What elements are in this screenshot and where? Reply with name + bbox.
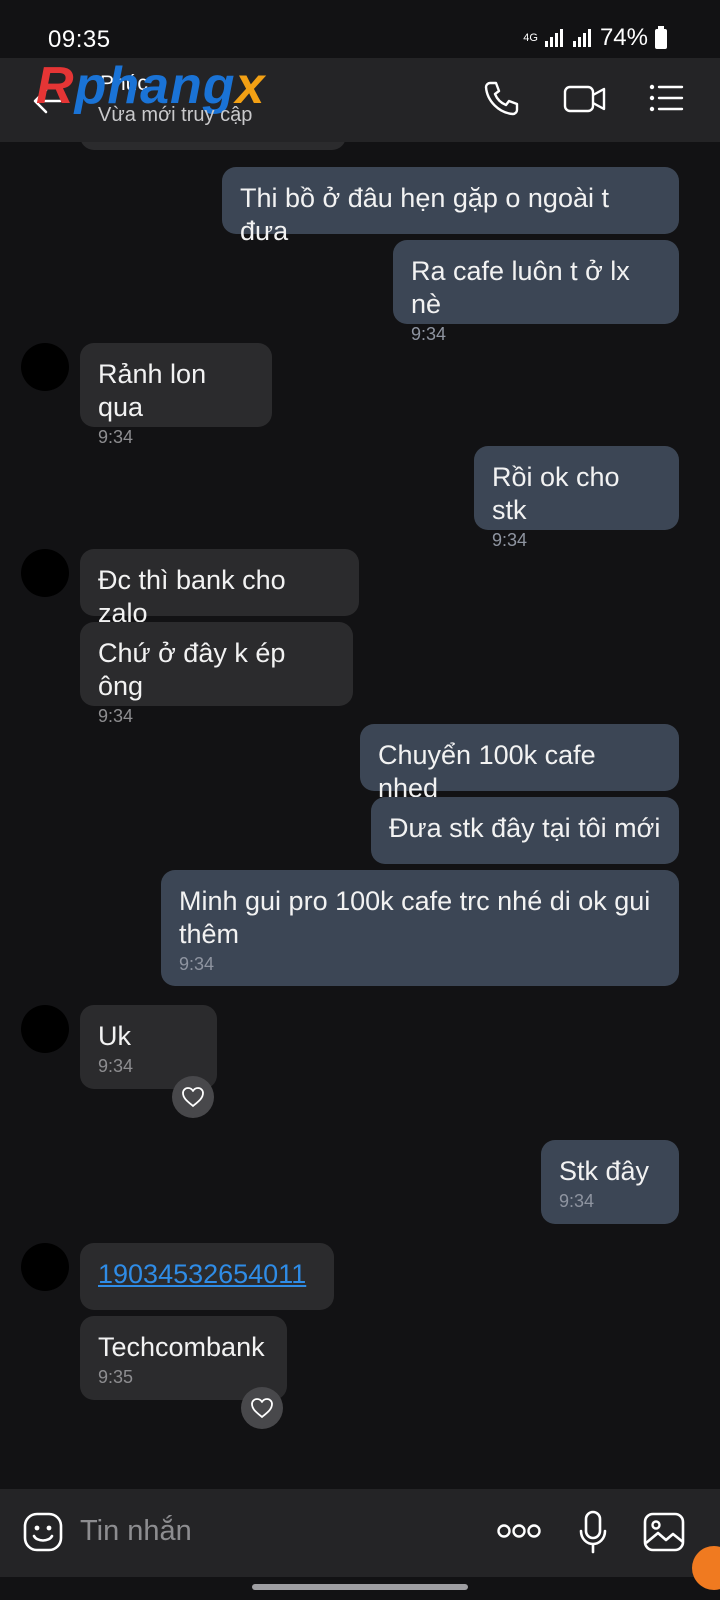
- message-list[interactable]: Thi bồ ở đâu hẹn gặp o ngoài t đưa Ra ca…: [0, 142, 720, 1489]
- battery-icon: [655, 26, 667, 49]
- react-heart-button[interactable]: [241, 1387, 283, 1429]
- message-text: Thi bồ ở đâu hẹn gặp o ngoài t đưa: [240, 183, 609, 246]
- battery-level: 74%: [599, 24, 648, 51]
- message-time: 9:34: [179, 954, 215, 974]
- status-time: 09:35: [48, 26, 111, 53]
- video-call-icon[interactable]: [562, 78, 608, 118]
- heart-icon: [182, 1087, 204, 1107]
- message-text: Chuyển 100k cafe nhed: [378, 740, 596, 803]
- home-indicator[interactable]: [252, 1584, 468, 1590]
- message-bubble-incoming[interactable]: Rảnh lon qua 9:34: [80, 343, 272, 447]
- message-bubble-outgoing[interactable]: Rồi ok cho stk 9:34: [474, 446, 679, 550]
- message-text: Uk: [98, 1021, 131, 1051]
- heart-icon: [251, 1398, 273, 1418]
- message-time: 9:34: [492, 530, 528, 550]
- message-text: Chứ ở đây k ép ông: [98, 638, 286, 701]
- react-heart-button[interactable]: [172, 1076, 214, 1118]
- message-text: Stk đây: [559, 1156, 650, 1186]
- contact-status: Vừa mới truy cập: [98, 104, 253, 126]
- watermark-r: R: [36, 57, 75, 115]
- message-bubble-outgoing[interactable]: Ra cafe luôn t ở lx nè 9:34: [393, 240, 679, 344]
- message-text: Đưa stk đây tại tôi mới: [389, 813, 661, 843]
- image-gallery-icon[interactable]: [642, 1511, 686, 1553]
- message-time: 9:34: [98, 1056, 134, 1076]
- microphone-icon[interactable]: [578, 1509, 608, 1555]
- chat-screen: 09:35 4G 74% Phúc Rphangx Vừa mới truy c…: [0, 0, 720, 1600]
- chat-header: Phúc Rphangx Vừa mới truy cập: [0, 58, 720, 142]
- avatar[interactable]: [21, 343, 69, 391]
- message-bubble-incoming[interactable]: Chứ ở đây k ép ông 9:34: [80, 622, 353, 726]
- message-text: Techcombank: [98, 1332, 265, 1362]
- message-time: 9:34: [411, 324, 447, 344]
- avatar[interactable]: [21, 549, 69, 597]
- avatar[interactable]: [21, 1243, 69, 1291]
- message-time: 9:34: [559, 1191, 595, 1211]
- message-bubble-outgoing[interactable]: Đưa stk đây tại tôi mới: [371, 797, 679, 864]
- sticker-smiley-icon[interactable]: [22, 1511, 64, 1553]
- message-bubble-outgoing[interactable]: Minh gui pro 100k cafe trc nhé di ok gui…: [161, 870, 679, 986]
- message-time: 9:34: [98, 427, 134, 447]
- message-time: 9:35: [98, 1367, 134, 1387]
- message-input-bar: Tin nhắn: [0, 1489, 720, 1577]
- network-type: 4G: [523, 32, 538, 44]
- message-bubble-incoming[interactable]: Đc thì bank cho zalo: [80, 549, 359, 628]
- message-time: 9:34: [98, 706, 134, 726]
- message-text: Rồi ok cho stk: [492, 462, 620, 525]
- signal-icon-2: [572, 29, 591, 47]
- message-bubble-outgoing[interactable]: Stk đây 9:34: [541, 1140, 679, 1224]
- message-bubble-incoming[interactable]: 19034532654011: [80, 1243, 334, 1310]
- message-text: Đc thì bank cho zalo: [98, 565, 286, 628]
- menu-list-icon[interactable]: [646, 78, 686, 118]
- message-bubble-partial: [80, 142, 346, 150]
- more-options-icon[interactable]: [496, 1523, 542, 1539]
- message-text: Rảnh lon qua: [98, 359, 207, 422]
- signal-icon: [544, 29, 563, 47]
- avatar[interactable]: [21, 1005, 69, 1053]
- status-indicators: 4G 74%: [523, 24, 668, 52]
- message-text: Minh gui pro 100k cafe trc nhé di ok gui…: [179, 886, 651, 949]
- message-bubble-outgoing[interactable]: Chuyển 100k cafe nhed: [360, 724, 679, 803]
- message-input[interactable]: Tin nhắn: [80, 1515, 192, 1548]
- message-text: Ra cafe luôn t ở lx nè: [411, 256, 630, 319]
- phone-call-icon[interactable]: [482, 78, 522, 118]
- account-number-link[interactable]: 19034532654011: [98, 1258, 316, 1291]
- status-bar: 09:35 4G 74%: [0, 0, 720, 58]
- system-nav-bar: [0, 1577, 720, 1600]
- message-bubble-outgoing[interactable]: Thi bồ ở đâu hẹn gặp o ngoài t đưa: [222, 167, 679, 246]
